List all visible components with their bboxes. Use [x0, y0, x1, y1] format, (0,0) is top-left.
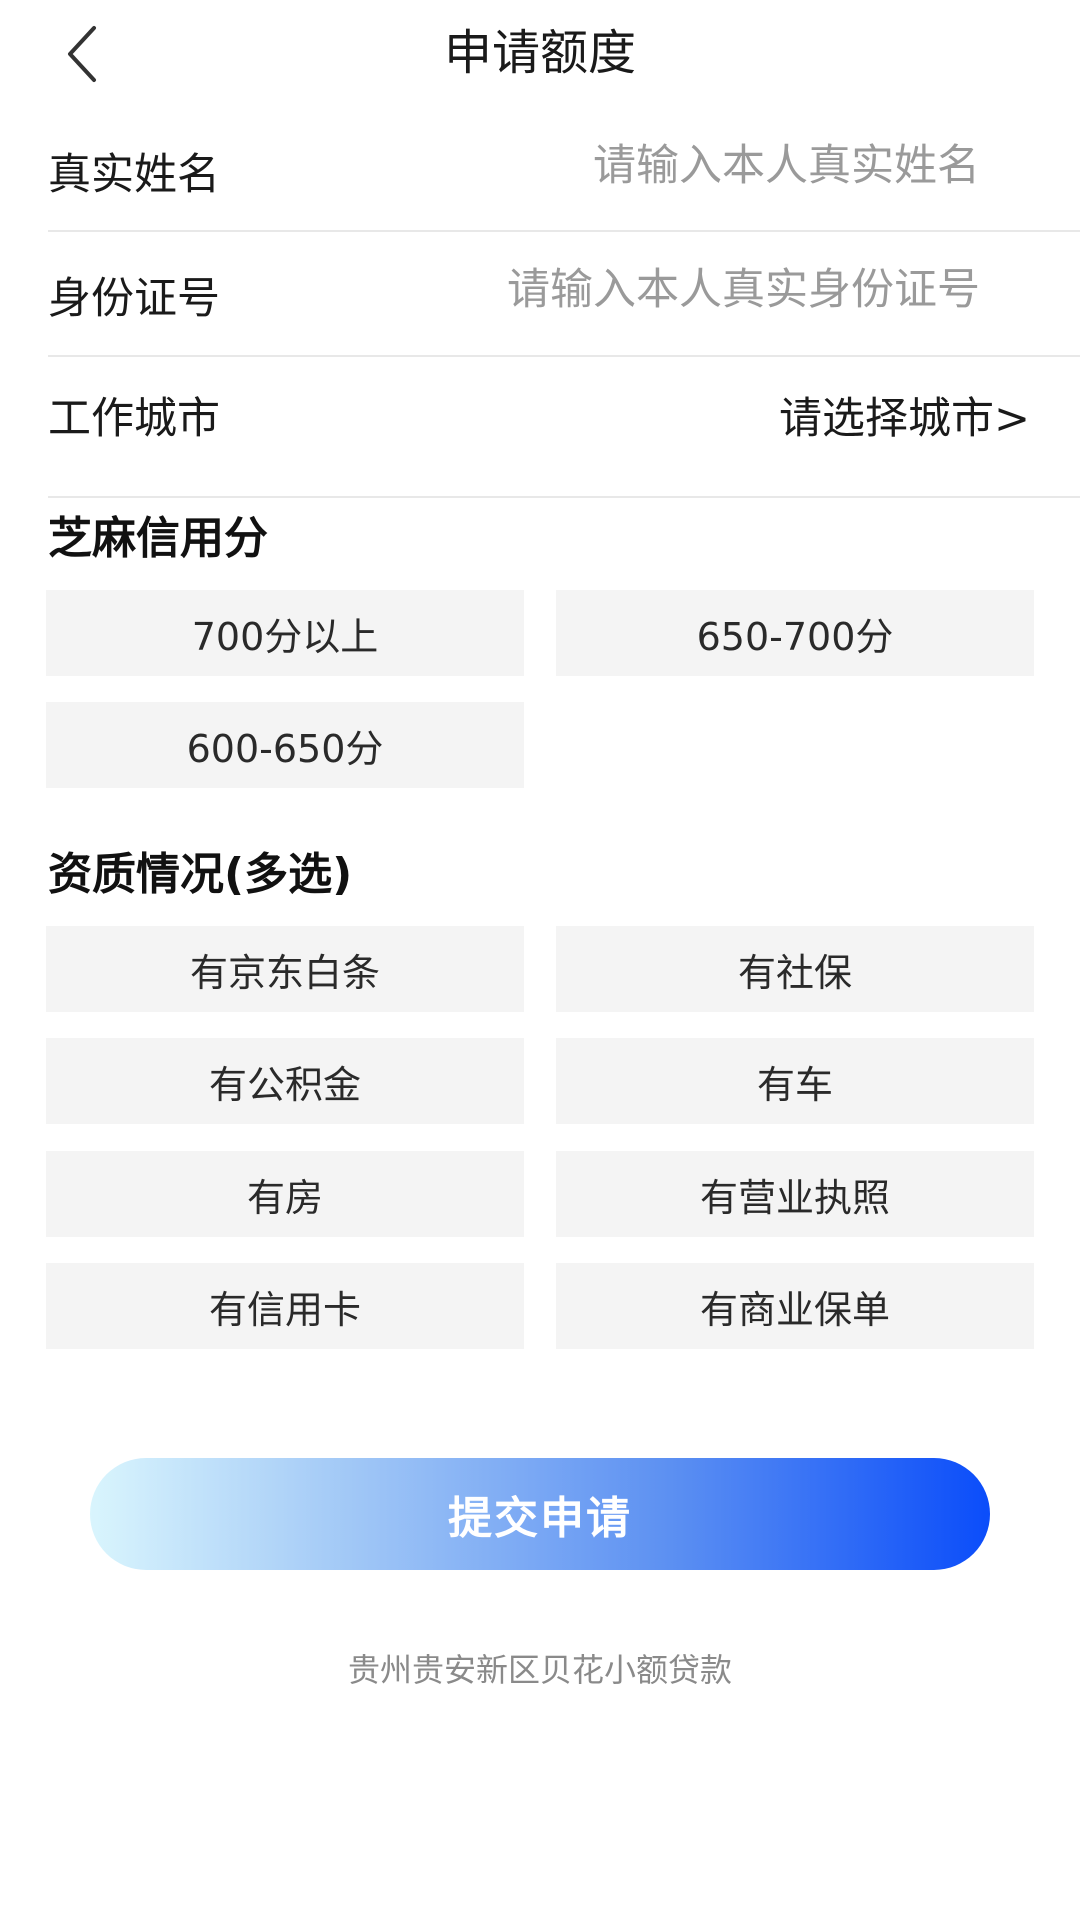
qual-option-business-license[interactable]: 有营业执照 [556, 1151, 1034, 1237]
submit-button[interactable]: 提交申请 [90, 1458, 990, 1570]
credit-option-650-700[interactable]: 650-700分 [556, 590, 1034, 676]
qual-option-house[interactable]: 有房 [46, 1151, 524, 1237]
qual-option-jd-baitiao[interactable]: 有京东白条 [46, 926, 524, 1012]
qual-option-social-insurance[interactable]: 有社保 [556, 926, 1034, 1012]
qual-option-housing-fund[interactable]: 有公积金 [46, 1038, 524, 1124]
id-number-label: 身份证号 [48, 274, 220, 324]
city-select[interactable]: 请选择城市> [779, 384, 1030, 446]
app-header: 申请额度 [0, 0, 1080, 110]
qualifications-title: 资质情况(多选) [48, 849, 353, 900]
city-row: 工作城市 请选择城市> [48, 372, 1080, 452]
credit-score-title: 芝麻信用分 [48, 513, 268, 564]
divider [48, 230, 1080, 232]
city-label: 工作城市 [48, 394, 220, 444]
qual-option-commercial-insurance[interactable]: 有商业保单 [556, 1263, 1034, 1349]
credit-option-600-650[interactable]: 600-650分 [46, 702, 524, 788]
qual-option-credit-card[interactable]: 有信用卡 [46, 1263, 524, 1349]
name-row: 真实姓名 [48, 128, 1080, 208]
divider [48, 355, 1080, 357]
divider [48, 496, 1080, 498]
name-label: 真实姓名 [48, 150, 220, 200]
id-number-input[interactable] [420, 260, 980, 320]
page-title: 申请额度 [443, 25, 636, 81]
id-number-row: 身份证号 [48, 252, 1080, 332]
footer-company-name: 贵州贵安新区贝花小额贷款 [347, 1651, 732, 1689]
credit-option-700-plus[interactable]: 700分以上 [46, 590, 524, 676]
qual-option-car[interactable]: 有车 [556, 1038, 1034, 1124]
name-input[interactable] [420, 136, 980, 196]
